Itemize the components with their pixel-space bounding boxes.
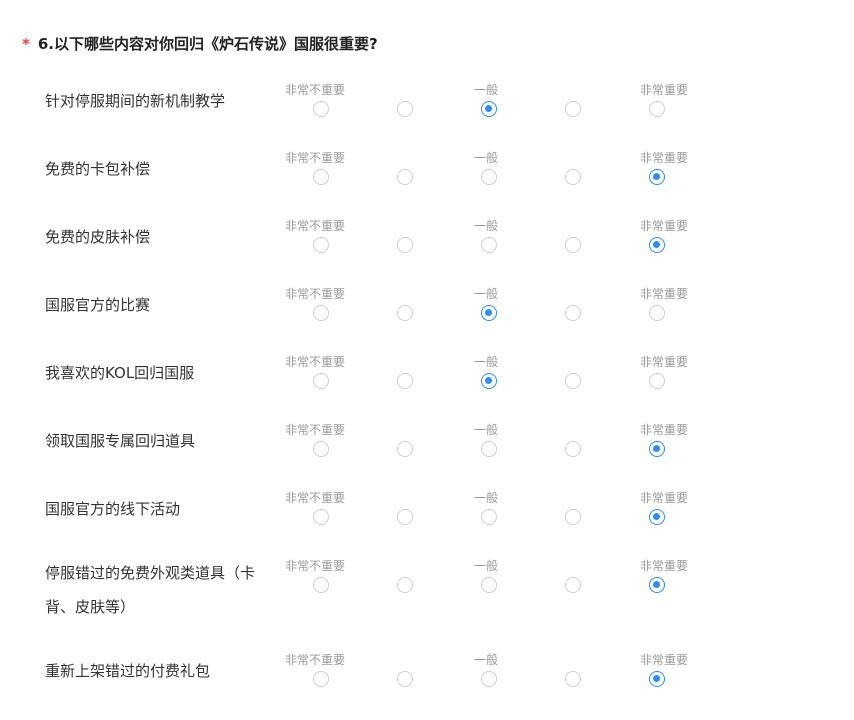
row-label: 停服错过的免费外观类道具（卡背、皮肤等） (45, 564, 256, 616)
scale-caption-low: 非常不重要 (285, 653, 346, 667)
rating-radio-4[interactable] (565, 441, 581, 457)
question-text: 6.以下哪些内容对你回归《炉石传说》国服很重要? (37, 35, 378, 53)
rating-radio-4[interactable] (565, 237, 581, 253)
row-label: 国服官方的线下活动 (45, 500, 181, 518)
scale-caption-low: 非常不重要 (285, 151, 346, 165)
rating-radio-1[interactable] (313, 237, 329, 253)
rating-radio-3[interactable] (481, 373, 497, 389)
rating-radio-5[interactable] (649, 577, 665, 593)
scale-caption-low: 非常不重要 (285, 287, 346, 301)
rating-radio-1[interactable] (313, 509, 329, 525)
rating-radio-4[interactable] (565, 671, 581, 687)
scale-caption-low: 非常不重要 (285, 423, 346, 437)
rating-radio-2[interactable] (397, 169, 413, 185)
row-label: 国服官方的比赛 (45, 296, 151, 314)
row-label: 我喜欢的KOL回归国服 (45, 364, 195, 382)
scale-caption-mid: 一般 (474, 219, 499, 233)
rating-radio-2[interactable] (397, 237, 413, 253)
rating-radio-5[interactable] (649, 671, 665, 687)
rating-radio-2[interactable] (397, 101, 413, 117)
rating-radio-3[interactable] (481, 671, 497, 687)
scale-caption-high: 非常重要 (640, 491, 689, 505)
rating-radio-4[interactable] (565, 509, 581, 525)
rating-radio-5[interactable] (649, 373, 665, 389)
rating-radio-3[interactable] (481, 101, 497, 117)
scale-caption-low: 非常不重要 (285, 355, 346, 369)
row-label: 针对停服期间的新机制教学 (45, 92, 226, 110)
scale-caption-high: 非常重要 (640, 355, 689, 369)
rating-radio-4[interactable] (565, 169, 581, 185)
rating-radio-3[interactable] (481, 169, 497, 185)
scale-caption-mid: 一般 (474, 151, 499, 165)
scale-caption-high: 非常重要 (640, 219, 689, 233)
rating-radio-1[interactable] (313, 577, 329, 593)
rating-radio-5[interactable] (649, 441, 665, 457)
rating-radio-4[interactable] (565, 305, 581, 321)
rating-radio-1[interactable] (313, 305, 329, 321)
scale-caption-low: 非常不重要 (285, 491, 346, 505)
row-label: 重新上架错过的付费礼包 (45, 662, 211, 680)
rating-radio-2[interactable] (397, 577, 413, 593)
rating-radio-1[interactable] (313, 169, 329, 185)
scale-caption-low: 非常不重要 (285, 559, 346, 573)
scale-caption-mid: 一般 (474, 559, 499, 573)
scale-caption-low: 非常不重要 (285, 83, 346, 97)
rating-radio-4[interactable] (565, 373, 581, 389)
rating-radio-5[interactable] (649, 509, 665, 525)
rating-radio-3[interactable] (481, 577, 497, 593)
rating-radio-1[interactable] (313, 101, 329, 117)
scale-caption-mid: 一般 (474, 653, 499, 667)
scale-caption-mid: 一般 (474, 355, 499, 369)
rating-radio-4[interactable] (565, 577, 581, 593)
scale-caption-mid: 一般 (474, 83, 499, 97)
rating-radio-4[interactable] (565, 101, 581, 117)
rating-radio-1[interactable] (313, 373, 329, 389)
rating-radio-2[interactable] (397, 373, 413, 389)
scale-caption-mid: 一般 (474, 423, 499, 437)
rating-radio-3[interactable] (481, 441, 497, 457)
rating-radio-2[interactable] (397, 441, 413, 457)
scale-caption-high: 非常重要 (640, 287, 689, 301)
row-label: 免费的卡包补偿 (45, 160, 151, 178)
rating-radio-2[interactable] (397, 671, 413, 687)
required-mark: * (22, 35, 30, 53)
rating-radio-2[interactable] (397, 305, 413, 321)
rating-radio-3[interactable] (481, 509, 497, 525)
scale-caption-high: 非常重要 (640, 151, 689, 165)
rating-radio-5[interactable] (649, 305, 665, 321)
scale-caption-high: 非常重要 (640, 559, 689, 573)
rating-radio-5[interactable] (649, 237, 665, 253)
rating-radio-5[interactable] (649, 101, 665, 117)
rating-radio-1[interactable] (313, 671, 329, 687)
scale-caption-mid: 一般 (474, 287, 499, 301)
rating-radio-5[interactable] (649, 169, 665, 185)
scale-caption-mid: 一般 (474, 491, 499, 505)
scale-caption-low: 非常不重要 (285, 219, 346, 233)
scale-caption-high: 非常重要 (640, 83, 689, 97)
rating-radio-2[interactable] (397, 509, 413, 525)
question-title: * 6.以下哪些内容对你回归《炉石传说》国服很重要? (22, 33, 378, 54)
row-label: 领取国服专属回归道具 (45, 432, 196, 450)
scale-caption-high: 非常重要 (640, 653, 689, 667)
rating-radio-3[interactable] (481, 237, 497, 253)
rating-radio-1[interactable] (313, 441, 329, 457)
rating-radio-3[interactable] (481, 305, 497, 321)
row-label: 免费的皮肤补偿 (45, 228, 151, 246)
scale-caption-high: 非常重要 (640, 423, 689, 437)
